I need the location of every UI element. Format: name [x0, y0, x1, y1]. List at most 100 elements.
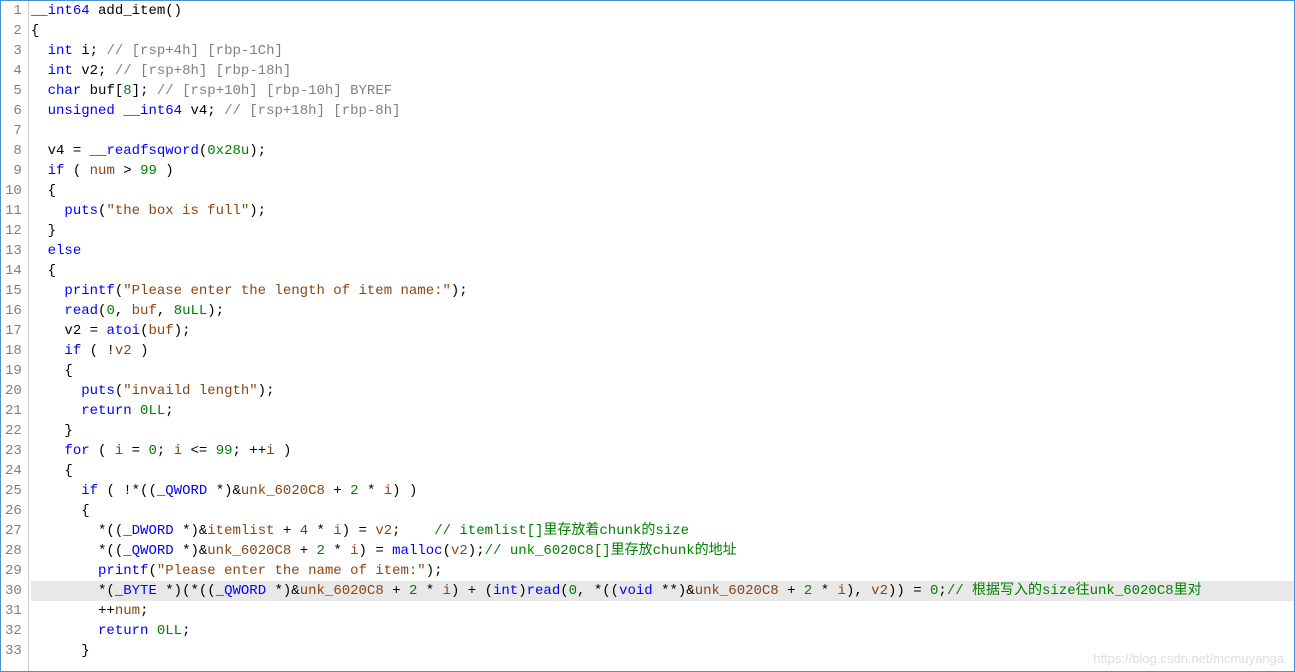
line-number: 7	[5, 121, 22, 141]
code-line[interactable]: else	[31, 241, 1294, 261]
token-op: ;	[140, 603, 148, 619]
line-number: 15	[5, 281, 22, 301]
code-line[interactable]: for ( i = 0; i <= 99; ++i )	[31, 441, 1294, 461]
code-line[interactable]: read(0, buf, 8uLL);	[31, 301, 1294, 321]
code-line[interactable]: char buf[8]; // [rsp+10h] [rbp-10h] BYRE…	[31, 81, 1294, 101]
code-line[interactable]: {	[31, 181, 1294, 201]
token-num-green: 2	[317, 543, 334, 559]
code-line[interactable]: *((_DWORD *)&itemlist + 4 * i) = v2; // …	[31, 521, 1294, 541]
code-line[interactable]: if ( !*((_QWORD *)&unk_6020C8 + 2 * i) )	[31, 481, 1294, 501]
code-area[interactable]: __int64 add_item(){ int i; // [rsp+4h] […	[29, 1, 1294, 671]
token-brown: buf	[148, 323, 173, 339]
token-paren: ( !	[90, 343, 115, 359]
line-number: 12	[5, 221, 22, 241]
code-line[interactable]: }	[31, 221, 1294, 241]
token-num-green: 0	[569, 583, 577, 599]
token-paren: );	[426, 563, 443, 579]
token-comment-green: // itemlist[]里存放着chunk的size	[434, 523, 689, 539]
token-brown: num	[115, 603, 140, 619]
line-number: 18	[5, 341, 22, 361]
code-line[interactable]: {	[31, 361, 1294, 381]
code-line[interactable]	[31, 121, 1294, 141]
token-brown: i	[443, 583, 451, 599]
token-type: int	[48, 43, 82, 59]
code-line[interactable]: {	[31, 21, 1294, 41]
token-op: ;	[938, 583, 946, 599]
token-var: v2	[64, 323, 89, 339]
code-line[interactable]: }	[31, 421, 1294, 441]
code-line[interactable]: return 0LL;	[31, 401, 1294, 421]
token-brown: "Please enter the length of item name:"	[123, 283, 451, 299]
code-line[interactable]: {	[31, 501, 1294, 521]
token-kw: if	[64, 343, 89, 359]
line-number: 27	[5, 521, 22, 541]
token-type: int	[493, 583, 518, 599]
token-brown: i	[333, 523, 341, 539]
token-paren: {	[48, 263, 56, 279]
token-num-green: 8uLL	[174, 303, 208, 319]
code-line[interactable]: return 0LL;	[31, 621, 1294, 641]
token-paren: *)(*((	[165, 583, 215, 599]
token-kw: return	[98, 623, 157, 639]
token-op: ++	[98, 603, 115, 619]
code-line[interactable]: {	[31, 261, 1294, 281]
code-line[interactable]: *(_BYTE *)(*((_QWORD *)&unk_6020C8 + 2 *…	[31, 581, 1294, 601]
token-kw: if	[81, 483, 106, 499]
token-func: add_item	[98, 3, 165, 19]
token-num-green: 0x28u	[207, 143, 249, 159]
line-number: 33	[5, 641, 22, 661]
token-var: i	[81, 43, 89, 59]
line-number: 6	[5, 101, 22, 121]
code-line[interactable]: v2 = atoi(buf);	[31, 321, 1294, 341]
token-brown: "the box is full"	[106, 203, 249, 219]
token-paren: ) + (	[451, 583, 493, 599]
token-type: char	[48, 83, 90, 99]
code-line[interactable]: printf("Please enter the length of item …	[31, 281, 1294, 301]
token-op: ;	[182, 623, 190, 639]
code-editor[interactable]: 1234567891011121314151617181920212223242…	[1, 1, 1294, 671]
code-line[interactable]: }	[31, 641, 1294, 661]
token-num-green: 2	[409, 583, 426, 599]
code-line[interactable]: {	[31, 461, 1294, 481]
token-paren: )	[165, 163, 173, 179]
line-number: 3	[5, 41, 22, 61]
code-line[interactable]: puts("invaild length");	[31, 381, 1294, 401]
code-line[interactable]: *((_QWORD *)&unk_6020C8 + 2 * i) = mallo…	[31, 541, 1294, 561]
token-paren: {	[64, 463, 72, 479]
token-brown: i	[115, 443, 132, 459]
code-line[interactable]: printf("Please enter the name of item:")…	[31, 561, 1294, 581]
code-line[interactable]: unsigned __int64 v4; // [rsp+18h] [rbp-8…	[31, 101, 1294, 121]
token-op: =	[90, 323, 107, 339]
token-brown: unk_6020C8	[695, 583, 787, 599]
token-comment-green: // unk_6020C8[]里存放chunk的地址	[485, 543, 737, 559]
token-brown: i	[266, 443, 283, 459]
token-paren: );	[249, 143, 266, 159]
token-op: ;	[207, 103, 224, 119]
code-line[interactable]: __int64 add_item()	[31, 1, 1294, 21]
token-brown: i	[174, 443, 191, 459]
token-paren: (	[115, 383, 123, 399]
token-type: int	[48, 63, 82, 79]
token-brown: v2	[451, 543, 468, 559]
code-line[interactable]: if ( num > 99 )	[31, 161, 1294, 181]
code-line[interactable]: v4 = __readfsqword(0x28u);	[31, 141, 1294, 161]
code-line[interactable]: if ( !v2 )	[31, 341, 1294, 361]
token-op: ,	[115, 303, 132, 319]
code-line[interactable]: int v2; // [rsp+8h] [rbp-18h]	[31, 61, 1294, 81]
line-number: 23	[5, 441, 22, 461]
token-op: ),	[846, 583, 871, 599]
token-var: v4	[190, 103, 207, 119]
token-paren: );	[468, 543, 485, 559]
line-number: 32	[5, 621, 22, 641]
line-number: 29	[5, 561, 22, 581]
token-ident-blue: puts	[64, 203, 98, 219]
token-ident-blue: read	[527, 583, 561, 599]
token-op: *)&	[216, 483, 241, 499]
token-brown: v2	[871, 583, 888, 599]
code-line[interactable]: puts("the box is full");	[31, 201, 1294, 221]
code-line[interactable]: int i; // [rsp+4h] [rbp-1Ch]	[31, 41, 1294, 61]
token-num-green: 8	[123, 83, 131, 99]
token-paren: ( !*((	[106, 483, 156, 499]
token-paren: *((	[98, 523, 123, 539]
code-line[interactable]: ++num;	[31, 601, 1294, 621]
